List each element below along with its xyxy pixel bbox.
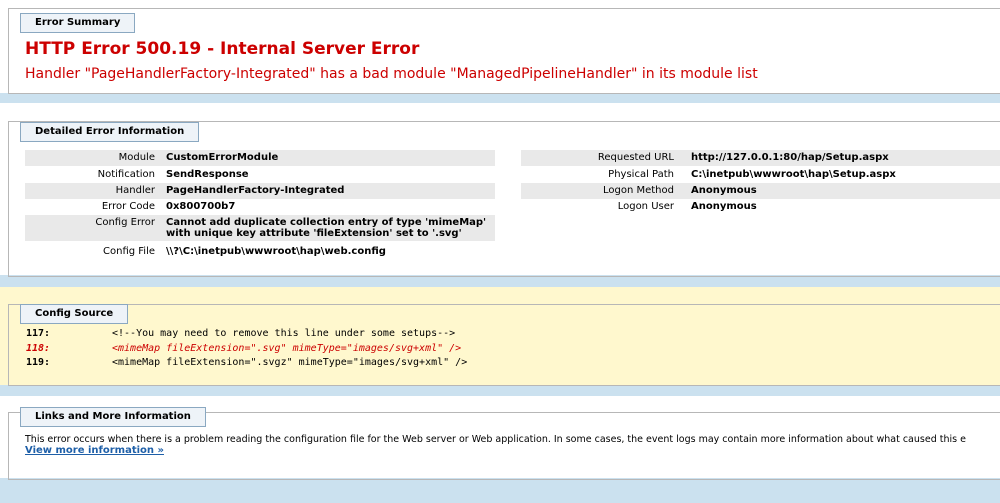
- error-summary-legend: Error Summary: [20, 13, 136, 33]
- detail-row-logon-user: Logon User Anonymous: [521, 199, 1000, 215]
- detail-label: Config Error: [95, 217, 155, 228]
- code-text: <mimeMap fileExtension=".svgz" mimeType=…: [112, 357, 468, 368]
- detail-value: 0x800700b7: [166, 201, 236, 212]
- detail-label: Module: [118, 152, 155, 163]
- detailed-error-panel: Detailed Error Information Module Custom…: [0, 103, 1000, 277]
- view-more-information-link[interactable]: View more information »: [25, 445, 164, 456]
- detail-label: Config File: [103, 246, 155, 257]
- detail-label: Logon User: [617, 201, 674, 212]
- detail-value: Anonymous: [691, 201, 757, 212]
- detail-label: Requested URL: [597, 152, 674, 163]
- links-info-text: This error occurs when there is a proble…: [25, 434, 966, 445]
- detail-row-handler: Handler PageHandlerFactory-Integrated: [25, 183, 495, 199]
- detail-row-logon-method: Logon Method Anonymous: [521, 183, 1000, 199]
- detail-value: PageHandlerFactory-Integrated: [166, 185, 345, 196]
- config-source-panel: Config Source 117: <!--You may need to re…: [0, 287, 1000, 386]
- detail-value: Anonymous: [691, 185, 757, 196]
- error-message: Handler "PageHandlerFactory-Integrated" …: [25, 66, 758, 82]
- links-panel: Links and More Information This error oc…: [0, 396, 1000, 480]
- line-number: 118:: [26, 343, 51, 354]
- code-line-119: 119: <mimeMap fileExtension=".svgz" mimeT…: [26, 355, 467, 370]
- detail-label: Notification: [97, 169, 155, 180]
- detail-value: http://127.0.0.1:80/hap/Setup.aspx: [691, 152, 889, 163]
- detail-value: \\?\C:\inetpub\wwwroot\hap\web.config: [166, 246, 386, 257]
- detail-value: CustomErrorModule: [166, 152, 279, 163]
- detail-value-line2: with unique key attribute 'fileExtension…: [166, 228, 462, 239]
- detail-label: Physical Path: [608, 169, 674, 180]
- detail-value: C:\inetpub\wwwroot\hap\Setup.aspx: [691, 169, 896, 180]
- detail-value: SendResponse: [166, 169, 249, 180]
- error-summary-panel: Error Summary HTTP Error 500.19 - Intern…: [0, 0, 1000, 94]
- code-line-118-highlighted: 118: <mimeMap fileExtension=".svg" mimeTy…: [26, 341, 461, 356]
- line-number: 119:: [26, 357, 51, 368]
- links-legend: Links and More Information: [20, 407, 206, 427]
- line-number: 117:: [26, 328, 51, 339]
- detail-label: Handler: [115, 185, 155, 196]
- code-line-117: 117: <!--You may need to remove this line…: [26, 326, 455, 341]
- detailed-error-legend: Detailed Error Information: [20, 122, 200, 142]
- detail-row-notification: Notification SendResponse: [25, 167, 495, 183]
- detail-label: Error Code: [101, 201, 155, 212]
- code-text: <!--You may need to remove this line und…: [112, 328, 456, 339]
- detail-row-module: Module CustomErrorModule: [25, 150, 495, 166]
- error-title: HTTP Error 500.19 - Internal Server Erro…: [25, 39, 420, 59]
- code-text: <mimeMap fileExtension=".svg" mimeType="…: [112, 343, 462, 354]
- detail-row-physical-path: Physical Path C:\inetpub\wwwroot\hap\Set…: [521, 167, 1000, 183]
- detail-row-error-code: Error Code 0x800700b7: [25, 199, 495, 215]
- config-source-legend: Config Source: [20, 304, 129, 324]
- detail-row-requested-url: Requested URL http://127.0.0.1:80/hap/Se…: [521, 150, 1000, 166]
- detail-label: Logon Method: [602, 185, 674, 196]
- detail-row-config-file: Config File \\?\C:\inetpub\wwwroot\hap\w…: [25, 244, 495, 260]
- detail-row-config-error: Config Error Cannot add duplicate collec…: [25, 215, 495, 241]
